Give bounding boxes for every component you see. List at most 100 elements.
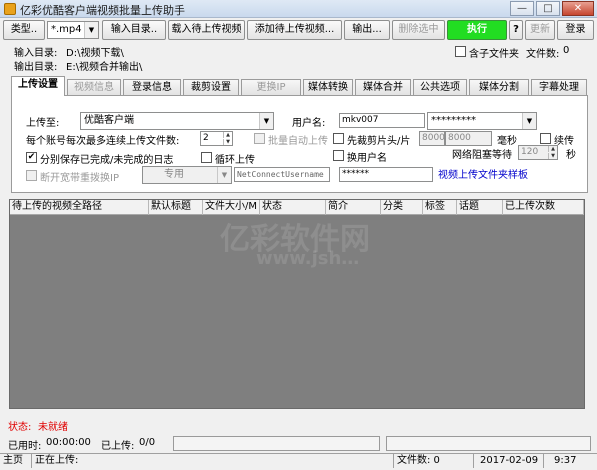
input-dir-value: D:\视频下载\ [66,48,124,59]
resume-checkbox[interactable] [540,133,551,144]
tab-change-ip[interactable]: 更换IP [241,79,301,96]
net-block-label: 网络阻塞等待 [452,150,512,161]
upload-to-select[interactable]: 优酷客户端 ▼ [80,112,274,130]
status-label: 状态: [8,422,32,433]
add-videos-button[interactable]: 添加待上传视频... [247,20,342,40]
upload-to-label: 上传至: [26,118,60,129]
file-count-value: 0 [563,45,570,56]
net-username-input[interactable]: NetConnectUsername [234,167,330,182]
uploading-label: 正在上传: [32,454,394,468]
username-input[interactable]: mkv007 [339,113,425,128]
password-value: ********* [431,115,476,126]
output-button[interactable]: 输出... [344,20,390,40]
net-block-value: 120 [521,147,539,157]
elapsed-label: 已用时: [8,441,42,452]
upload-to-value: 优酷客户端 [84,115,134,126]
sample-folder-link[interactable]: 视频上传文件夹样板 [438,166,528,181]
column-header[interactable]: 文件大小/M [203,200,260,215]
net-block-spinner[interactable]: 120 ▲ ▼ [518,145,558,160]
batch-auto-label: 批量自动上传 [268,136,328,147]
spin-down-icon[interactable]: ▼ [548,153,557,159]
tab-video-info[interactable]: 视频信息 [67,79,121,96]
column-header[interactable]: 分类 [381,200,423,215]
sec-label: 秒 [566,150,576,161]
load-videos-button[interactable]: 载入待上传视频 [168,20,245,40]
spin-up-icon[interactable]: ▲ [548,146,557,152]
output-dir-label: 输出目录: [14,62,58,73]
ms-label: 毫秒 [497,136,517,147]
column-header[interactable]: 话题 [457,200,503,215]
time-status: 9:37 [554,455,577,466]
table-header: 待上传的视频全路径 默认标题 文件大小/M 状态 简介 分类 标签 话题 已上传… [10,200,584,215]
chevron-down-icon: ▼ [84,22,98,38]
disconnect-checkbox[interactable] [26,170,37,181]
input-dir-button[interactable]: 输入目录.. [102,20,166,40]
tab-login-info[interactable]: 登录信息 [123,79,181,96]
trim-label: 先裁剪片头/片 [347,136,411,147]
trim-head-input[interactable]: 8000 [419,131,445,146]
per-account-label: 每个账号每次最多连续上传文件数: [26,136,180,147]
username-label: 用户名: [292,118,326,129]
date-status: 2017-02-09 [474,454,544,468]
chevron-down-icon: ▼ [259,113,273,129]
type-button[interactable]: 类型.. [3,20,45,40]
tab-media-convert[interactable]: 媒体转换 [303,79,353,96]
trim-tail-input[interactable]: 8000 [445,131,492,146]
column-header[interactable]: 待上传的视频全路径 [10,200,149,215]
dial-type-select[interactable]: 专用 ▼ [142,166,232,184]
save-log-checkbox[interactable]: ✔ [26,152,37,163]
type-select-value: *.mp4 [51,24,82,35]
spin-up-icon[interactable]: ▲ [223,132,232,138]
password-select[interactable]: ********* ▼ [427,112,537,130]
batch-auto-checkbox[interactable] [254,133,265,144]
per-account-spinner[interactable]: 2 ▲ ▼ [200,131,233,146]
help-button[interactable]: ? [509,20,523,40]
tab-media-split[interactable]: 媒体分割 [469,79,529,96]
maximize-button[interactable]: □ [536,1,560,16]
save-log-label: 分别保存已完成/未完成的日志 [40,155,174,166]
video-table[interactable]: 待上传的视频全路径 默认标题 文件大小/M 状态 简介 分类 标签 话题 已上传… [9,199,585,409]
progress-bar-total [386,436,591,451]
file-count-status: 文件数: 0 [394,454,474,468]
progress-bar [173,436,380,451]
app-icon [4,3,16,15]
switch-user-label: 换用户名 [347,153,387,164]
tab-common-options[interactable]: 公共选项 [413,79,467,96]
tab-upload-settings[interactable]: 上传设置 [11,76,65,96]
per-account-value: 2 [203,133,209,143]
column-header[interactable]: 标签 [423,200,457,215]
uploaded-label: 已上传: [101,441,135,452]
output-dir-value: E:\视频合并输出\ [66,62,143,73]
minimize-button[interactable]: — [510,1,534,16]
tab-crop-settings[interactable]: 裁剪设置 [183,79,239,96]
spin-down-icon[interactable]: ▼ [223,139,232,145]
trim-checkbox[interactable] [333,133,344,144]
subfolder-label: 含子文件夹 [469,49,519,60]
disconnect-label: 断开宽带重拨换IP [40,173,119,184]
home-link[interactable]: 主页 [0,454,32,468]
tab-media-merge[interactable]: 媒体合并 [355,79,411,96]
status-bar: 主页 正在上传: 文件数: 0 2017-02-09 9:37 [0,453,597,470]
loop-upload-label: 循环上传 [215,155,255,166]
file-count-label: 文件数: [526,49,560,60]
run-button[interactable]: 执行 [447,20,507,40]
column-header[interactable]: 已上传次数 [503,200,584,215]
delete-selected-button[interactable]: 删除选中 [392,20,445,40]
loop-upload-checkbox[interactable] [201,152,212,163]
tab-subtitle[interactable]: 字幕处理 [531,79,587,96]
watermark-url: www.jsh… [256,248,360,269]
chevron-down-icon: ▼ [217,167,231,183]
status-value: 未就绪 [38,422,68,433]
login-button[interactable]: 登录 [557,20,594,40]
switch-user-checkbox[interactable] [333,150,344,161]
window-title: 亿彩优酷客户端视频批量上传助手 [20,4,185,17]
net-password-input[interactable]: ****** [339,167,433,182]
column-header[interactable]: 状态 [260,200,326,215]
column-header[interactable]: 简介 [326,200,381,215]
update-button[interactable]: 更新 [525,20,555,40]
type-select[interactable]: *.mp4 ▼ [47,21,99,39]
input-dir-label: 输入目录: [14,48,58,59]
close-button[interactable]: ✕ [562,1,594,16]
column-header[interactable]: 默认标题 [149,200,203,215]
subfolder-checkbox[interactable] [455,46,466,57]
